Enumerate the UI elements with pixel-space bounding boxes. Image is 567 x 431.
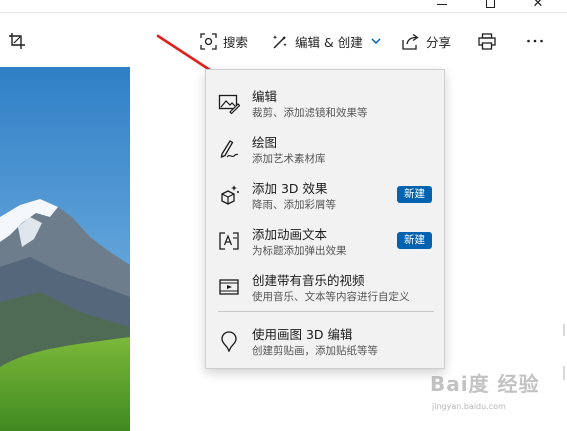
- share-button[interactable]: 分享: [402, 30, 451, 52]
- crop-icon: [9, 33, 25, 49]
- edit-create-icon: [272, 34, 287, 48]
- edit-create-menu: 编辑 裁剪、添加滤镜和效果等 绘图 添加艺术素材库 添加 3D 效果 降雨、添加…: [205, 69, 445, 369]
- vertical-scrollbar[interactable]: [561, 322, 567, 382]
- image-edit-icon: [218, 94, 240, 114]
- minimize-button[interactable]: [422, 0, 462, 12]
- menu-item-paint-3d[interactable]: 使用画图 3D 编辑 创建剪贴画，添加贴纸等等: [206, 320, 444, 364]
- watermark-url: jingyan.baidu.com: [432, 402, 506, 411]
- paint3d-icon: [221, 331, 237, 352]
- maximize-button[interactable]: [470, 0, 510, 12]
- edit-create-button[interactable]: 编辑 & 创建: [272, 30, 381, 52]
- menu-item-edit[interactable]: 编辑 裁剪、添加滤镜和效果等: [206, 82, 444, 126]
- menu-item-video-with-music[interactable]: 创建带有音乐的视频 使用音乐、文本等内容进行自定义: [206, 266, 444, 310]
- 3d-effects-icon: [221, 185, 239, 205]
- search-label: 搜索: [223, 34, 249, 50]
- menu-item-title: 添加 3D 效果: [252, 181, 328, 196]
- new-badge: 新建: [397, 232, 432, 249]
- chevron-down-icon: [371, 38, 381, 45]
- photos-app-window: ✕ 搜索 编辑 & 创建 分享 编辑 裁剪、添加滤镜和效果等 绘图 添加艺术素材…: [0, 0, 567, 431]
- menu-item-title: 添加动画文本: [252, 227, 328, 242]
- close-button[interactable]: ✕: [518, 0, 558, 12]
- minimize-icon: [437, 3, 447, 5]
- share-icon: [402, 33, 419, 50]
- more-icon: [527, 39, 543, 43]
- toolbar: 搜索 编辑 & 创建 分享: [0, 13, 567, 67]
- menu-item-title: 绘图: [252, 135, 278, 150]
- menu-divider: [218, 311, 434, 312]
- video-music-icon: [219, 279, 239, 295]
- title-bar: ✕: [0, 0, 567, 12]
- menu-item-subtitle: 使用音乐、文本等内容进行自定义: [252, 291, 410, 303]
- menu-item-title: 使用画图 3D 编辑: [252, 327, 353, 342]
- menu-item-title: 编辑: [252, 89, 278, 104]
- menu-item-subtitle: 为标题添加弹出效果: [252, 245, 347, 257]
- menu-item-subtitle: 降雨、添加彩屑等: [252, 199, 336, 211]
- search-icon: [200, 32, 217, 50]
- pen-draw-icon: [220, 140, 239, 159]
- more-options-button[interactable]: [526, 30, 544, 52]
- menu-item-draw[interactable]: 绘图 添加艺术素材库: [206, 128, 444, 172]
- print-button[interactable]: [478, 30, 496, 52]
- share-label: 分享: [426, 34, 452, 50]
- crop-button[interactable]: [8, 30, 26, 52]
- menu-item-subtitle: 创建剪贴画，添加贴纸等等: [252, 345, 378, 357]
- new-badge: 新建: [397, 186, 432, 203]
- photo-mountain-landscape: [0, 67, 130, 431]
- menu-item-subtitle: 裁剪、添加滤镜和效果等: [252, 107, 368, 119]
- menu-item-subtitle: 添加艺术素材库: [252, 153, 326, 165]
- animated-text-icon: [219, 232, 239, 250]
- watermark-text: Bai度 经验: [430, 372, 540, 396]
- baidu-jingyan-watermark: Bai度 经验 jingyan.baidu.com: [430, 364, 560, 424]
- close-icon: ✕: [532, 0, 544, 11]
- menu-item-add-3d-effects[interactable]: 添加 3D 效果 降雨、添加彩屑等 新建: [206, 174, 444, 218]
- menu-item-title: 创建带有音乐的视频: [252, 273, 365, 288]
- menu-item-animated-text[interactable]: 添加动画文本 为标题添加弹出效果 新建: [206, 220, 444, 264]
- search-button[interactable]: 搜索: [200, 30, 248, 52]
- edit-create-label: 编辑 & 创建: [295, 34, 363, 50]
- maximize-icon: [485, 0, 495, 8]
- print-icon: [478, 32, 496, 50]
